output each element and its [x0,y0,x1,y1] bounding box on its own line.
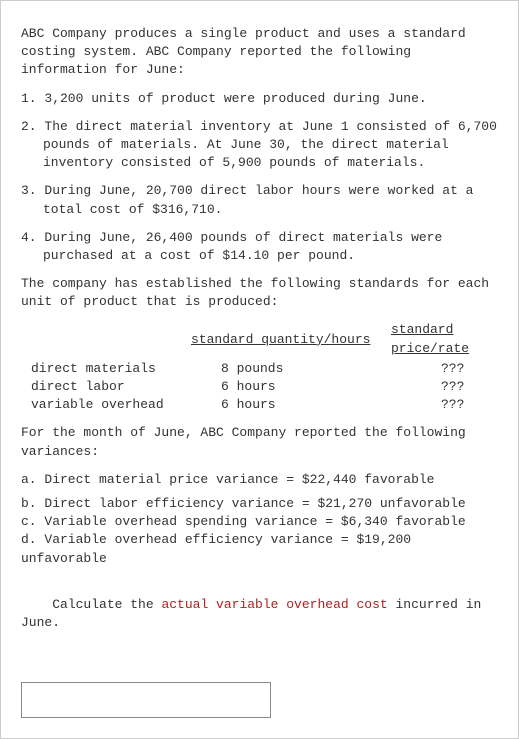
list-item-3: 3. During June, 20,700 direct labor hour… [21,182,498,218]
row-label: direct labor [31,378,191,396]
header-quantity: standard quantity/hours [191,321,391,359]
header-blank [31,321,191,359]
row-rate: ??? [391,378,498,396]
row-rate: ??? [391,360,498,378]
list-item-2: 2. The direct material inventory at June… [21,118,498,173]
table-header-row: standard quantity/hours standard price/r… [31,321,498,359]
table-row: direct materials 8 pounds ??? [31,360,498,378]
variances-intro: For the month of June, ABC Company repor… [21,424,498,460]
row-qty: 6 hours [191,396,391,414]
problem-document: ABC Company produces a single product an… [0,0,519,739]
answer-input[interactable] [21,682,271,718]
row-label: variable overhead [31,396,191,414]
question-prompt: Calculate the actual variable overhead c… [21,578,498,651]
prompt-highlight: actual variable overhead cost [161,597,387,612]
row-qty: 6 hours [191,378,391,396]
variance-line-c: c. Variable overhead spending variance =… [21,513,498,531]
row-rate: ??? [391,396,498,414]
variance-line-d: d. Variable overhead efficiency variance… [21,531,498,567]
variance-line-b: b. Direct labor efficiency variance = $2… [21,495,498,513]
row-label: direct materials [31,360,191,378]
table-row: variable overhead 6 hours ??? [31,396,498,414]
table-row: direct labor 6 hours ??? [31,378,498,396]
header-rate: standard price/rate [391,321,498,359]
row-qty: 8 pounds [191,360,391,378]
list-item-4: 4. During June, 26,400 pounds of direct … [21,229,498,265]
standards-table: standard quantity/hours standard price/r… [31,321,498,414]
list-item-1: 1. 3,200 units of product were produced … [21,90,498,108]
intro-paragraph: ABC Company produces a single product an… [21,25,498,80]
standards-intro: The company has established the followin… [21,275,498,311]
prompt-prefix: Calculate the [52,597,161,612]
variance-line-a: a. Direct material price variance = $22,… [21,471,498,489]
